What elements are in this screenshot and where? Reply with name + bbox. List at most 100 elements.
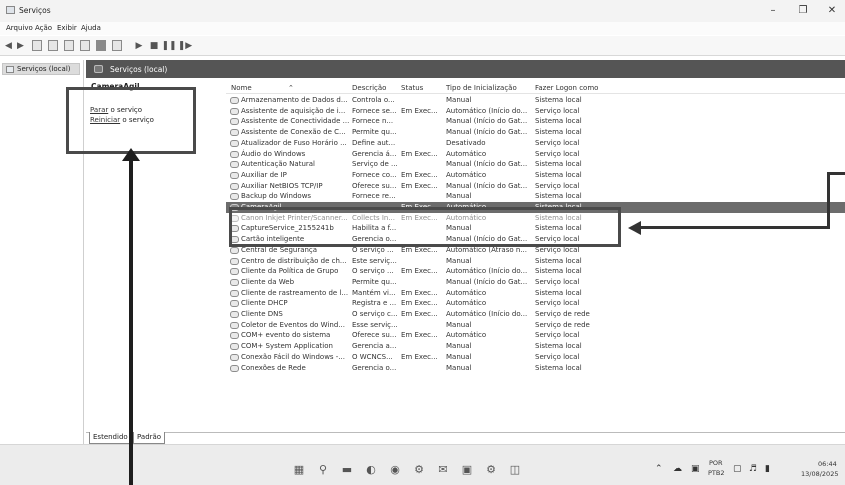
forward-arrow-icon[interactable]: ▶ bbox=[16, 40, 25, 51]
service-gear-icon bbox=[230, 193, 239, 201]
menu-acao[interactable]: Ação bbox=[35, 24, 52, 32]
start-icon[interactable]: ▦ bbox=[292, 462, 306, 476]
annotation-arrow-shaft bbox=[129, 158, 133, 485]
menu-arquivo[interactable]: Arquivo bbox=[6, 24, 33, 32]
minimize-button[interactable]: – bbox=[766, 5, 780, 17]
battery-icon[interactable]: ▮ bbox=[765, 464, 770, 474]
column-name[interactable]: Nome bbox=[231, 84, 252, 92]
restart-icon[interactable]: ❚▶ bbox=[178, 40, 192, 51]
language-indicator[interactable]: POR bbox=[709, 459, 723, 467]
close-button[interactable]: ✕ bbox=[825, 5, 839, 17]
service-row[interactable]: Auxiliar NetBIOS TCP/IP Oferece su... Em E… bbox=[226, 181, 845, 192]
service-row[interactable]: COM+ evento do sistema Oferece su... Em Ex… bbox=[226, 330, 845, 341]
service-description-cell: Controla o... bbox=[352, 96, 395, 104]
service-name-cell: Assistente de aquisição de i... bbox=[241, 106, 346, 115]
service-name-cell: Autenticação Natural bbox=[241, 160, 316, 169]
service-row[interactable]: Assistente de Conectividade ... Fornece n… bbox=[226, 116, 845, 127]
service-startup-cell: Automático bbox=[446, 299, 487, 308]
service-row[interactable]: Armazenamento de Dados d... Controla o...… bbox=[226, 95, 845, 106]
play-icon[interactable]: ▶ bbox=[135, 40, 143, 51]
service-description-cell: Este serviç... bbox=[352, 256, 397, 265]
chrome-browser-icon[interactable]: ◉ bbox=[388, 462, 402, 476]
properties-icon[interactable] bbox=[48, 40, 58, 51]
view-icon[interactable] bbox=[112, 40, 122, 51]
services-taskbar-icon[interactable]: ⚙ bbox=[412, 462, 426, 476]
menu-ajuda[interactable]: Ajuda bbox=[81, 24, 101, 32]
excel-icon[interactable]: ◫ bbox=[508, 462, 522, 476]
panel-header-title: Serviços (local) bbox=[110, 64, 168, 74]
service-startup-cell: Manual bbox=[446, 363, 472, 372]
service-description-cell: Permite qu... bbox=[352, 128, 397, 137]
maximize-button[interactable]: ❐ bbox=[796, 5, 810, 17]
service-row[interactable]: Backup do Windows Fornece re... Manual Sist… bbox=[226, 191, 845, 202]
service-startup-cell: Desativado bbox=[446, 138, 486, 147]
service-startup-cell: Manual (Início do Gat... bbox=[446, 277, 528, 286]
volume-icon[interactable]: ♬ bbox=[749, 464, 757, 474]
edge-browser-icon[interactable]: ◐ bbox=[364, 462, 378, 476]
service-gear-icon bbox=[230, 311, 239, 318]
clock-date[interactable]: 13/08/2025 bbox=[801, 470, 838, 478]
column-status[interactable]: Status bbox=[401, 84, 423, 92]
tab-standard[interactable]: Padrão bbox=[133, 432, 166, 444]
service-row[interactable]: Autenticação Natural Serviço de ... Manual… bbox=[226, 159, 845, 170]
help-icon[interactable] bbox=[96, 40, 106, 51]
column-startup-type[interactable]: Tipo de Inicialização bbox=[446, 84, 517, 92]
service-gear-icon bbox=[230, 332, 239, 340]
network-icon[interactable]: ▣ bbox=[691, 464, 700, 474]
service-row[interactable]: Coletor de Eventos do Wind... Esse serviç… bbox=[226, 320, 845, 331]
clock-time[interactable]: 06:44 bbox=[818, 460, 837, 468]
search-icon[interactable]: ⚲ bbox=[316, 462, 330, 476]
service-gear-icon bbox=[230, 107, 239, 115]
show-tree-icon[interactable] bbox=[32, 40, 42, 51]
service-logon-cell: Serviço local bbox=[535, 181, 580, 190]
service-row[interactable]: Conexões de Rede Gerencia o... Manual Siste… bbox=[226, 363, 845, 374]
tree-item-services-local[interactable]: Serviços (local) bbox=[2, 63, 80, 75]
pause-icon[interactable]: ❚❚ bbox=[161, 40, 176, 51]
service-logon-cell: Sistema local bbox=[535, 160, 582, 169]
column-logon-as[interactable]: Fazer Logon como bbox=[535, 84, 598, 92]
keyboard-layout-indicator[interactable]: PTB2 bbox=[708, 469, 725, 477]
service-gear-icon bbox=[230, 182, 239, 190]
service-row[interactable]: Cliente de rastreamento de l... Mantém vi… bbox=[226, 288, 845, 299]
service-row[interactable]: COM+ System Application Gerencia a... Manu… bbox=[226, 341, 845, 352]
service-description-cell: Oferece su... bbox=[352, 181, 397, 190]
column-description[interactable]: Descrição bbox=[352, 84, 386, 92]
service-description-cell: Oferece su... bbox=[352, 331, 397, 340]
tab-extended[interactable]: Estendido bbox=[89, 432, 132, 444]
service-row[interactable]: Atualizador de Fuso Horário ... Define au… bbox=[226, 138, 845, 149]
service-row[interactable]: Assistente de aquisição de i... Fornece s… bbox=[226, 106, 845, 117]
stop-icon[interactable]: ■ bbox=[150, 40, 159, 51]
file-explorer-icon[interactable]: ▬ bbox=[340, 462, 354, 476]
service-row[interactable]: Centro de distribuição de ch... Este serv… bbox=[226, 256, 845, 267]
outlook-icon[interactable]: ✉ bbox=[436, 462, 450, 476]
service-row[interactable]: Cliente DHCP Registra e ... Em Exec... Auto… bbox=[226, 298, 845, 309]
service-name-cell: Atualizador de Fuso Horário ... bbox=[241, 138, 347, 147]
service-gear-icon bbox=[230, 268, 239, 276]
onedrive-icon[interactable]: ☁ bbox=[673, 464, 682, 474]
service-logon-cell: Serviço de rede bbox=[535, 320, 590, 329]
service-row[interactable]: Cliente DNS O serviço c... Em Exec... Autom… bbox=[226, 309, 845, 320]
service-description-cell: Fornece re... bbox=[352, 192, 396, 201]
service-row[interactable]: Cliente da Web Permite qu... Manual (Iníci… bbox=[226, 277, 845, 288]
service-name-cell: COM+ evento do sistema bbox=[241, 331, 331, 340]
service-name-cell: Centro de distribuição de ch... bbox=[241, 256, 347, 265]
back-arrow-icon[interactable]: ◀ bbox=[4, 40, 13, 51]
service-gear-icon bbox=[230, 353, 239, 361]
service-startup-cell: Manual bbox=[446, 96, 472, 104]
service-logon-cell: Sistema local bbox=[535, 117, 582, 126]
refresh-icon[interactable] bbox=[64, 40, 74, 51]
menu-exibir[interactable]: Exibir bbox=[57, 24, 77, 32]
display-icon[interactable]: ▢ bbox=[733, 464, 742, 474]
settings-icon[interactable]: ⚙ bbox=[484, 462, 498, 476]
service-row[interactable]: Auxiliar de IP Fornece co... Em Exec... Aut… bbox=[226, 170, 845, 181]
export-list-icon[interactable] bbox=[80, 40, 90, 51]
notepad-icon[interactable]: ▣ bbox=[460, 462, 474, 476]
service-row[interactable]: Cliente da Política de Grupo O serviço ..… bbox=[226, 266, 845, 277]
tray-chevron-icon[interactable]: ⌃ bbox=[655, 464, 663, 474]
service-gear-icon bbox=[230, 257, 239, 265]
service-name-cell: Auxiliar NetBIOS TCP/IP bbox=[241, 181, 323, 190]
service-description-cell: Gerencia o... bbox=[352, 363, 397, 372]
service-row[interactable]: Assistente de Conexão de C... Permite qu.… bbox=[226, 127, 845, 138]
service-row[interactable]: Conexão Fácil do Windows -... O WCNCS... E… bbox=[226, 352, 845, 363]
service-row[interactable]: Áudio do Windows Gerencia á... Em Exec... A… bbox=[226, 149, 845, 160]
